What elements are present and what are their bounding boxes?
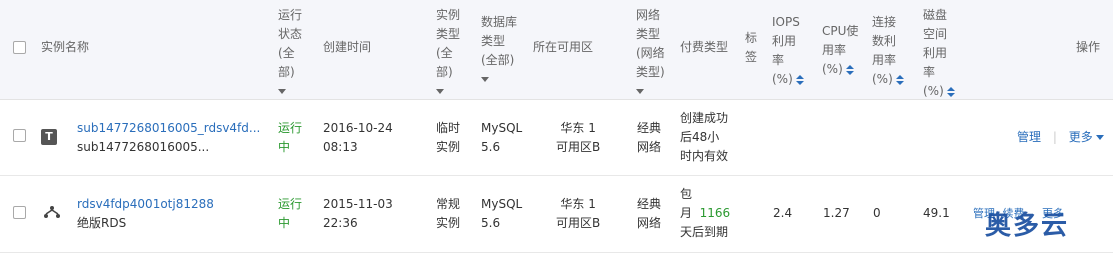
- more-dropdown[interactable]: 更多: [1069, 130, 1104, 144]
- col-status-filter[interactable]: 运行 状态 (全 部): [278, 6, 302, 101]
- col-ops: 操作: [1076, 40, 1101, 54]
- cluster-icon: [43, 204, 61, 223]
- table-row: T sub1477268016005_rdsv4fd... sub1477268…: [0, 100, 1113, 176]
- row-checkbox[interactable]: [13, 206, 26, 219]
- sort-icon[interactable]: [795, 74, 804, 85]
- instance-desc: 绝版RDS: [77, 216, 127, 230]
- instance-type: 常规 实例: [436, 197, 461, 230]
- sort-icon[interactable]: [895, 74, 904, 85]
- created-time: 2016-10-24 08:13: [323, 121, 393, 154]
- instance-id-cell: sub1477268016005_rdsv4fd... sub147726801…: [77, 119, 260, 157]
- zone: 华东 1 可用区B: [556, 121, 601, 154]
- col-conn-sort[interactable]: 连接 数利 用率 (%): [872, 13, 904, 89]
- filter-caret-icon[interactable]: [436, 89, 444, 94]
- col-network-filter[interactable]: 网络 类型 (网络 类型): [636, 6, 665, 101]
- instance-id-link[interactable]: rdsv4fdp4001otj81288: [77, 195, 214, 214]
- instance-id-link[interactable]: sub1477268016005_rdsv4fd...: [77, 119, 260, 138]
- col-created: 创建时间: [323, 40, 372, 54]
- sort-icon[interactable]: [946, 86, 955, 97]
- zone: 华东 1 可用区B: [556, 197, 601, 230]
- sort-icon[interactable]: [845, 64, 854, 75]
- instance-type: 临时 实例: [436, 121, 461, 154]
- db-type: MySQL 5.6: [481, 121, 523, 154]
- filter-caret-icon[interactable]: [481, 77, 489, 82]
- watermark-logo: 奥多云: [985, 211, 1070, 241]
- network-type: 经典 网络: [637, 121, 662, 154]
- col-instance-type-filter[interactable]: 实例 类型 (全 部): [436, 6, 460, 101]
- col-iops-sort[interactable]: IOPS 利用 率 (%): [772, 13, 804, 89]
- col-pay-type: 付费类型: [680, 40, 729, 54]
- filter-caret-icon[interactable]: [278, 89, 286, 94]
- status-text: 运行中: [278, 121, 303, 154]
- filter-caret-icon[interactable]: [636, 89, 644, 94]
- table-row: rdsv4fdp4001otj81288 绝版RDS 运行中 2015-11-0…: [0, 176, 1113, 253]
- created-time: 2015-11-03 22:36: [323, 197, 393, 230]
- disk-value: 49.1: [923, 206, 950, 220]
- db-type: MySQL 5.6: [481, 197, 523, 230]
- manage-link[interactable]: 管理: [1017, 130, 1041, 144]
- cpu-value: 1.27: [823, 206, 850, 220]
- iops-value: 2.4: [773, 206, 793, 220]
- days-remaining: 1166: [699, 206, 731, 220]
- col-instance-name: 实例名称: [41, 40, 90, 54]
- col-db-type-filter[interactable]: 数据库 类型 (全部): [481, 13, 517, 89]
- col-cpu-sort[interactable]: CPU使 用率 (%): [822, 22, 858, 79]
- ops-separator: |: [1052, 130, 1057, 144]
- col-tag: 标签: [745, 31, 758, 64]
- network-type: 经典 网络: [637, 197, 662, 230]
- pay-type: 包 月 1166 天后到期: [680, 187, 731, 239]
- col-zone: 所在可用区: [533, 40, 594, 54]
- instance-id-cell: rdsv4fdp4001otj81288 绝版RDS: [77, 195, 214, 233]
- col-disk-sort[interactable]: 磁盘 空间 利用率 (%): [923, 6, 955, 101]
- chevron-down-icon: [1095, 135, 1104, 140]
- instance-desc: sub1477268016005...: [77, 140, 210, 154]
- table-header: 实例名称 运行 状态 (全 部) 创建时间 实例 类型 (全 部) 数据库 类型 (全部)…: [0, 0, 1113, 100]
- ops: 管理 | 更多: [1017, 128, 1104, 147]
- row-checkbox[interactable]: [13, 129, 26, 142]
- status-text: 运行中: [278, 197, 303, 230]
- select-all-checkbox[interactable]: [13, 41, 26, 54]
- temporary-instance-icon: T: [41, 129, 57, 145]
- pay-type: 创建成功 后48小 时内有效: [680, 111, 729, 163]
- conn-value: 0: [873, 206, 881, 220]
